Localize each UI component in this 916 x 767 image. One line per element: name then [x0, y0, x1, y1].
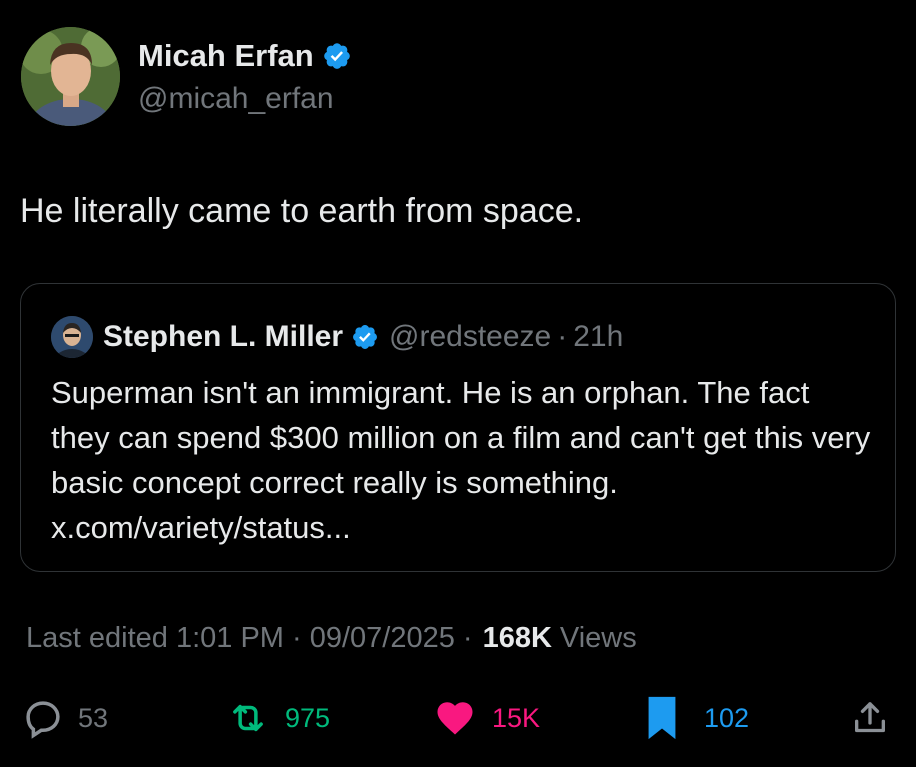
tweet-meta: Last edited 1:01 PM · 09/07/2025 · 168K … — [26, 622, 637, 655]
like-count: 15K — [492, 702, 541, 733]
verified-badge-icon — [353, 325, 377, 349]
quoted-tweet[interactable]: Stephen L. Miller @redsteeze · 21h Super… — [20, 283, 896, 572]
views-count: 168K — [482, 622, 552, 654]
like-button[interactable]: 15K — [432, 690, 540, 746]
reply-count: 53 — [78, 702, 109, 733]
action-bar: 53 975 15K 102 — [0, 690, 916, 746]
bookmark-icon — [648, 696, 676, 740]
author-avatar[interactable] — [21, 27, 120, 126]
repost-button[interactable]: 975 — [225, 690, 330, 746]
share-icon — [855, 702, 885, 733]
reply-button[interactable]: 53 — [22, 690, 108, 746]
quoted-tweet-text: Superman isn't an immigrant. He is an or… — [51, 375, 871, 545]
repost-count: 975 — [285, 702, 331, 733]
bookmark-count: 102 — [704, 702, 750, 733]
author-name[interactable]: Micah Erfan — [138, 38, 314, 74]
author-handle[interactable]: @micah_erfan — [138, 82, 334, 116]
quoted-author-avatar — [51, 316, 93, 358]
verified-badge-icon — [323, 43, 350, 69]
bookmark-button[interactable]: 102 — [644, 690, 749, 746]
quoted-author-handle[interactable]: @redsteeze — [389, 320, 551, 354]
quoted-tweet-header: Stephen L. Miller @redsteeze · 21h — [51, 316, 623, 358]
views-label: Views — [559, 622, 637, 654]
edited-timestamp[interactable]: Last edited 1:01 PM · 09/07/2025 · — [26, 622, 473, 655]
reply-icon — [26, 701, 60, 739]
separator-dot: · — [557, 320, 568, 353]
tweet-text: He literally came to earth from space. — [20, 192, 584, 230]
repost-icon — [233, 704, 263, 732]
heart-icon — [437, 702, 473, 735]
author-name-row[interactable]: Micah Erfan — [138, 38, 352, 74]
quoted-timestamp[interactable]: 21h — [573, 320, 623, 354]
quoted-author-name[interactable]: Stephen L. Miller — [103, 320, 343, 354]
share-button[interactable] — [850, 690, 890, 746]
